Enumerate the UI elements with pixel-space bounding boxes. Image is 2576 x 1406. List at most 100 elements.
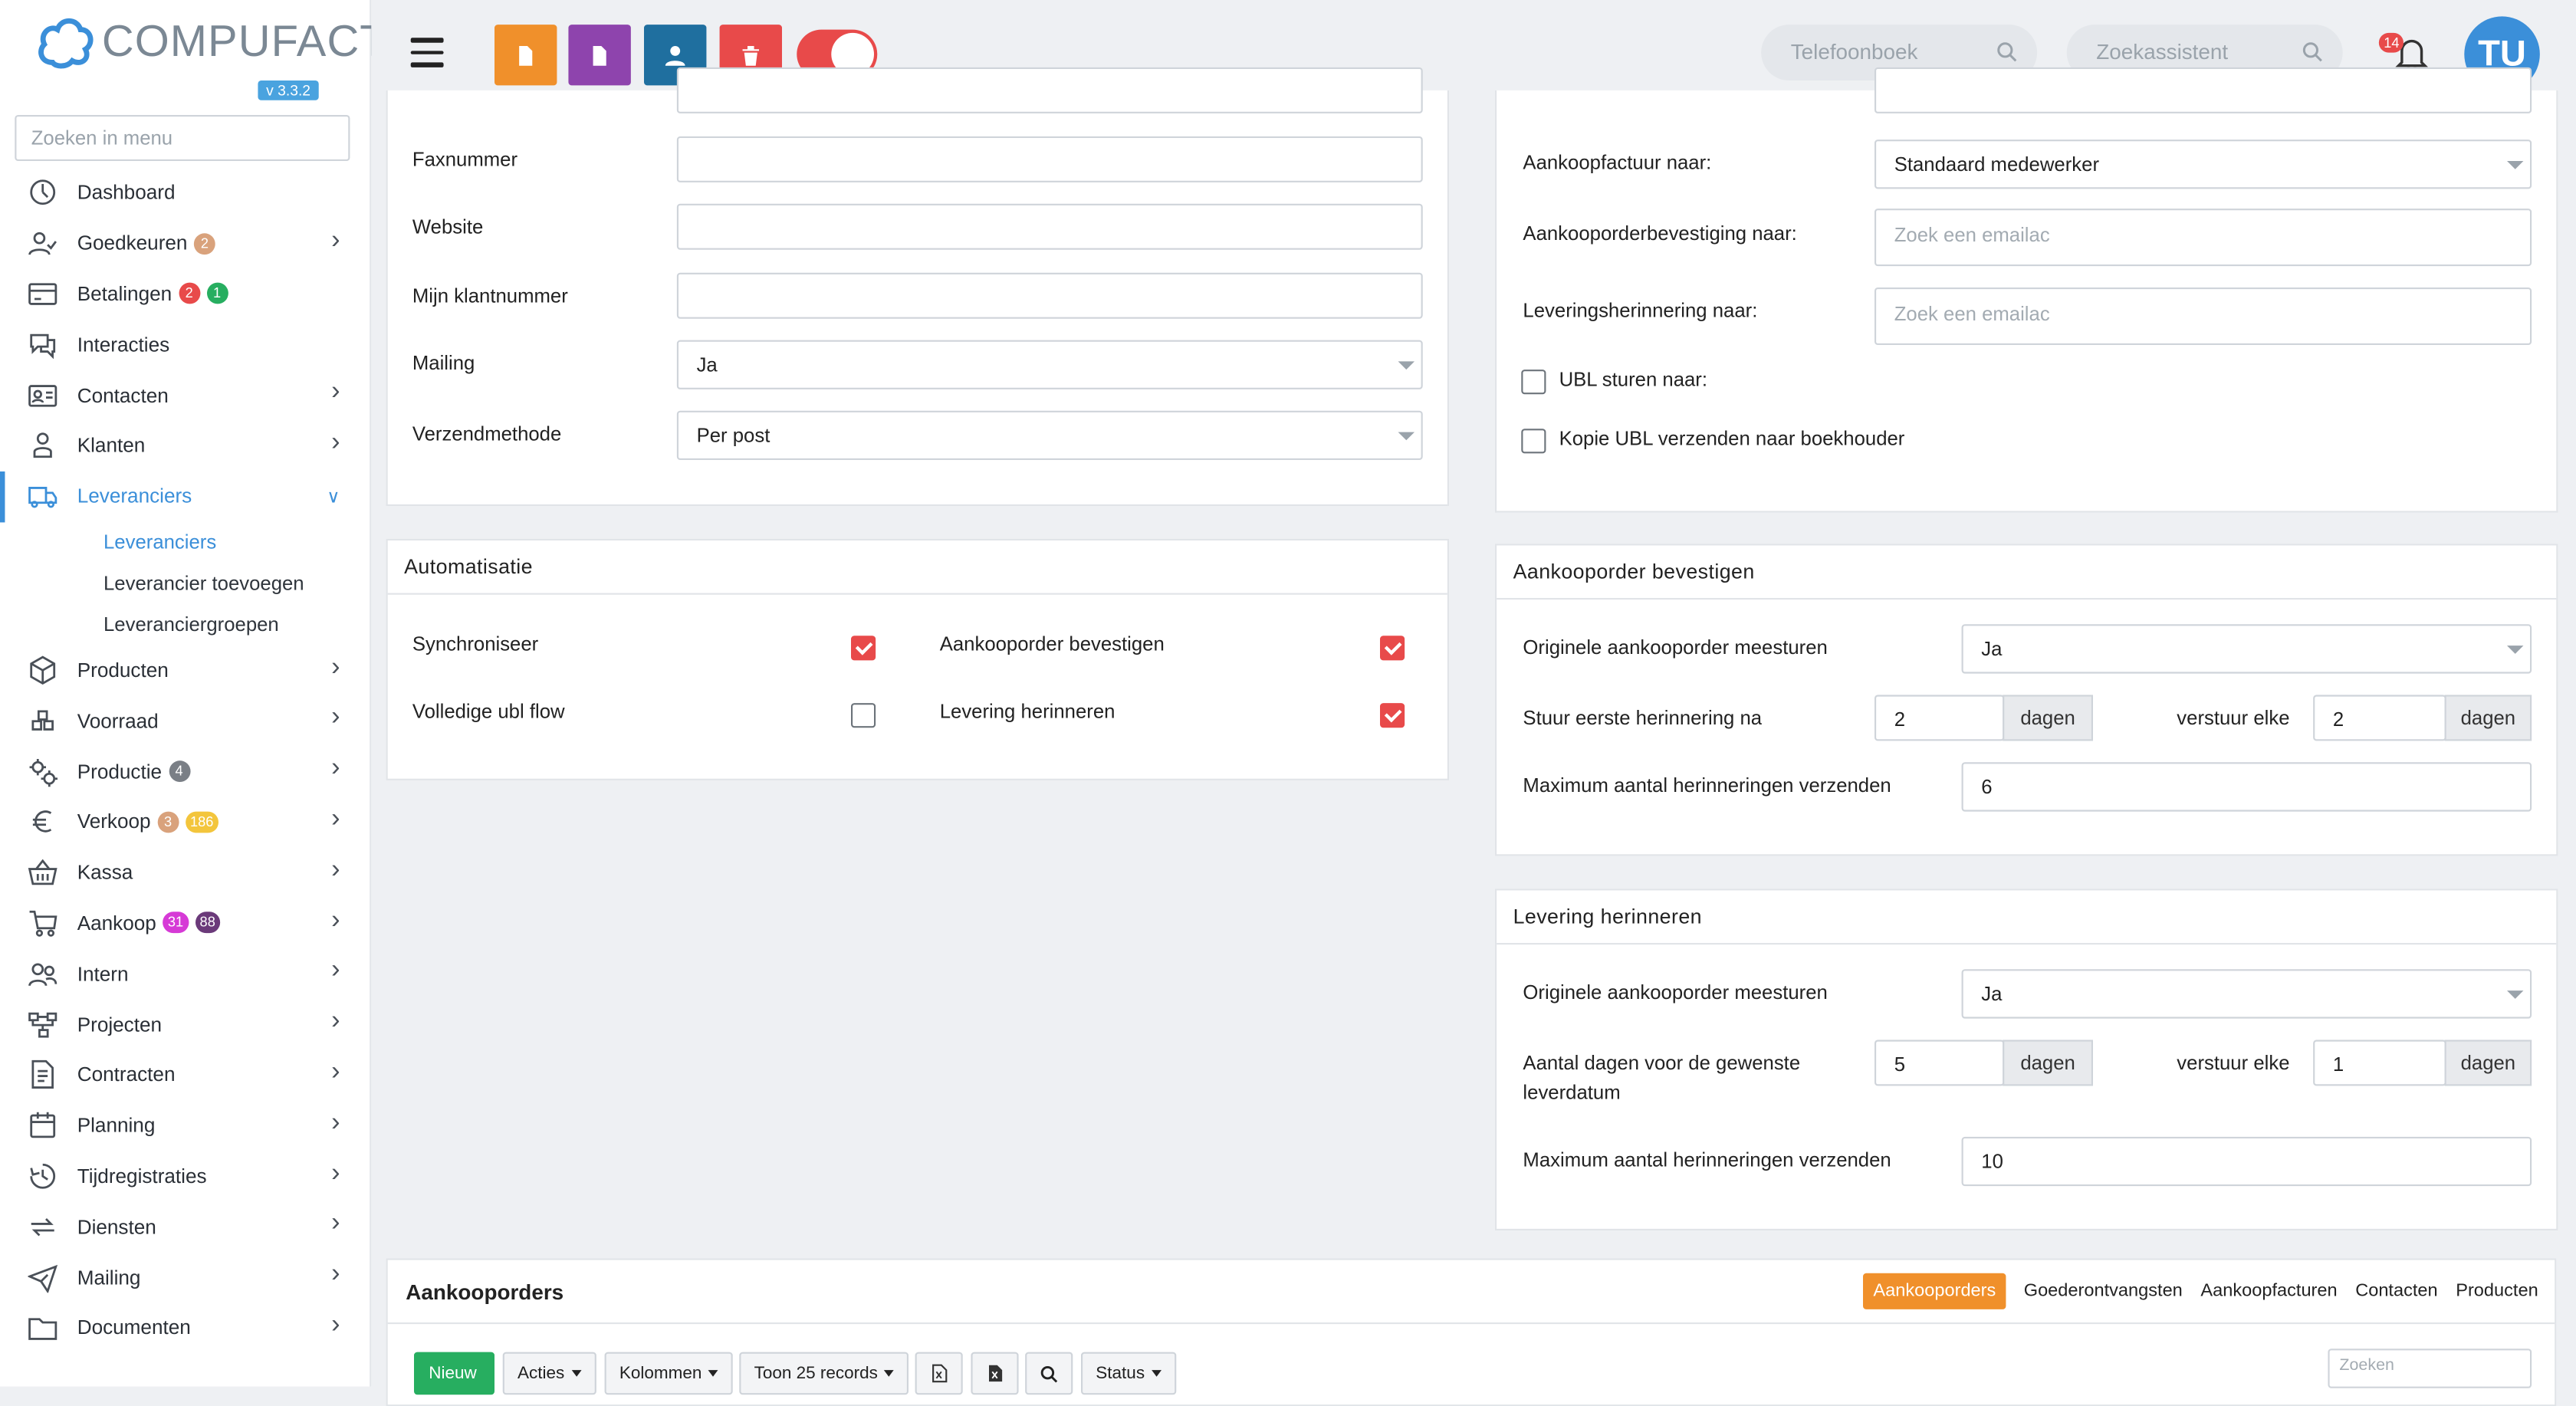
sidebar-item-tijdregistraties[interactable]: Tijdregistraties › bbox=[0, 1151, 370, 1201]
tab-aankooporders[interactable]: Aankooporders bbox=[1863, 1273, 2006, 1309]
sidebar-item-goedkeuren[interactable]: Goedkeuren 2 › bbox=[0, 218, 370, 269]
fax-input[interactable] bbox=[676, 136, 1423, 182]
sidebar-item-label: Dashboard bbox=[77, 181, 176, 205]
sidebar-item-label: Goedkeuren bbox=[77, 232, 188, 255]
assistant-placeholder: Zoekassistent bbox=[2096, 39, 2229, 64]
sidebar-item-label: Verkoop bbox=[77, 810, 151, 834]
repeat-every-input-2[interactable]: 1 bbox=[2313, 1040, 2446, 1086]
new-file-button[interactable] bbox=[568, 25, 631, 86]
max-reminders-input-2[interactable]: 10 bbox=[1961, 1136, 2532, 1187]
repeat-every-input[interactable]: 2 bbox=[2313, 695, 2446, 741]
customer-number-label: Mijn klantnummer bbox=[412, 284, 568, 307]
original-order-select[interactable]: Ja bbox=[1961, 624, 2532, 674]
tab-contacten[interactable]: Contacten bbox=[2355, 1281, 2437, 1301]
order-confirmation-email-input[interactable]: Zoek een emailac bbox=[1875, 209, 2532, 267]
website-input[interactable] bbox=[676, 203, 1423, 250]
pdf-export-button[interactable] bbox=[971, 1352, 1019, 1395]
fax-label: Faxnummer bbox=[412, 147, 518, 171]
first-reminder-unit: dagen bbox=[2003, 695, 2093, 741]
search-icon bbox=[2302, 42, 2322, 62]
sidebar-subitem[interactable]: Leveranciergroepen bbox=[0, 604, 370, 646]
calendar-icon bbox=[26, 1109, 59, 1142]
sidebar-item-verkoop[interactable]: Verkoop 3 186 › bbox=[0, 797, 370, 847]
sidebar-item-label: Projecten bbox=[77, 1013, 163, 1036]
confirm-order-checkbox[interactable] bbox=[1380, 636, 1405, 661]
tab-goederontvangsten[interactable]: Goederontvangsten bbox=[2024, 1281, 2183, 1301]
sidebar-item-dashboard[interactable]: Dashboard bbox=[0, 168, 370, 218]
repeat-every-label: verstuur elke bbox=[2177, 706, 2290, 730]
orders-search-input[interactable]: Zoeken bbox=[2328, 1349, 2532, 1388]
max-reminders-input[interactable]: 6 bbox=[1961, 762, 2532, 812]
tab-producten[interactable]: Producten bbox=[2456, 1281, 2538, 1301]
ubl-copy-checkbox[interactable] bbox=[1521, 429, 1546, 454]
order-confirm-title: Aankooporder bevestigen bbox=[1497, 545, 2557, 600]
ubl-send-checkbox[interactable] bbox=[1521, 370, 1546, 395]
excel-export-button[interactable] bbox=[915, 1352, 963, 1395]
sidebar-item-klanten[interactable]: Klanten › bbox=[0, 421, 370, 471]
actions-dropdown[interactable]: Acties bbox=[502, 1352, 596, 1395]
search-button[interactable] bbox=[1025, 1352, 1073, 1395]
sidebar-item-mailing[interactable]: Mailing › bbox=[0, 1252, 370, 1303]
hidden-top-field-right[interactable] bbox=[1875, 67, 2532, 113]
status-dropdown[interactable]: Status bbox=[1081, 1352, 1176, 1395]
chevron-right-icon: › bbox=[331, 754, 340, 783]
sidebar-subitem[interactable]: Leveranciers bbox=[0, 522, 370, 563]
count-badge: 1 bbox=[206, 283, 228, 305]
sidebar-item-label: Interacties bbox=[77, 333, 170, 356]
sidebar-item-aankoop[interactable]: Aankoop 31 88 › bbox=[0, 898, 370, 948]
sync-checkbox[interactable] bbox=[851, 636, 876, 661]
search-icon bbox=[1040, 1365, 1058, 1382]
order-confirmation-label: Aankooporderbevestiging naar: bbox=[1523, 222, 1797, 245]
sidebar-item-kassa[interactable]: Kassa › bbox=[0, 847, 370, 898]
sidebar-item-leveranciers[interactable]: Leveranciers ∨ bbox=[0, 471, 370, 522]
sidebar-item-documenten[interactable]: Documenten › bbox=[0, 1303, 370, 1353]
sidebar-item-voorraad[interactable]: Voorraad › bbox=[0, 695, 370, 746]
first-reminder-label: Stuur eerste herinnering na bbox=[1523, 706, 1763, 730]
sidebar-item-interacties[interactable]: Interacties bbox=[0, 320, 370, 370]
contract-icon bbox=[26, 1059, 59, 1092]
sidebar-item-contacten[interactable]: Contacten › bbox=[0, 370, 370, 421]
cart-icon bbox=[26, 907, 59, 940]
page-size-dropdown[interactable]: Toon 25 records bbox=[739, 1352, 909, 1395]
sidebar-item-projecten[interactable]: Projecten › bbox=[0, 999, 370, 1050]
sidebar-item-betalingen[interactable]: Betalingen 2 1 bbox=[0, 269, 370, 320]
customer-number-input[interactable] bbox=[676, 272, 1423, 319]
columns-dropdown[interactable]: Kolommen bbox=[604, 1352, 734, 1395]
sidebar-item-label: Tijdregistraties bbox=[77, 1165, 207, 1188]
mailing-select[interactable]: Ja bbox=[676, 340, 1423, 389]
logo[interactable]: COMPUFACT bbox=[36, 13, 388, 69]
tab-aankoopfacturen[interactable]: Aankoopfacturen bbox=[2200, 1281, 2337, 1301]
sidebar-item-label: Contacten bbox=[77, 383, 169, 407]
chevron-right-icon: › bbox=[331, 1057, 340, 1086]
chevron-right-icon: › bbox=[331, 378, 340, 406]
users-icon bbox=[26, 958, 59, 990]
sidebar-item-producten[interactable]: Producten › bbox=[0, 645, 370, 695]
sidebar-item-intern[interactable]: Intern › bbox=[0, 948, 370, 999]
delivery-reminder-label: Levering herinneren bbox=[939, 699, 1116, 723]
purchase-orders-panel: Aankooporders Aankooporders Goederontvang… bbox=[386, 1258, 2557, 1406]
first-reminder-input[interactable]: 2 bbox=[1875, 695, 2005, 741]
delivery-reminder-checkbox[interactable] bbox=[1380, 703, 1405, 728]
days-before-input[interactable]: 5 bbox=[1875, 1040, 2005, 1086]
hamburger-menu-icon[interactable] bbox=[410, 38, 444, 74]
chevron-right-icon: › bbox=[331, 855, 340, 884]
sidebar-item-planning[interactable]: Planning › bbox=[0, 1100, 370, 1151]
chevron-right-icon: › bbox=[331, 1260, 340, 1289]
new-document-button[interactable] bbox=[495, 25, 557, 86]
columns-label: Kolommen bbox=[619, 1363, 702, 1384]
sidebar-subitem[interactable]: Leverancier toevoegen bbox=[0, 563, 370, 604]
sidebar-item-productie[interactable]: Productie 4 › bbox=[0, 746, 370, 797]
hidden-top-field[interactable] bbox=[676, 67, 1423, 113]
purchase-invoice-select[interactable]: Standaard medewerker bbox=[1875, 140, 2532, 189]
basket-icon bbox=[26, 856, 59, 889]
menu-search-input[interactable]: Zoeken in menu bbox=[15, 115, 350, 161]
sidebar-item-contracten[interactable]: Contracten › bbox=[0, 1050, 370, 1100]
sidebar-item-diensten[interactable]: Diensten › bbox=[0, 1201, 370, 1252]
sidebar-item-label: Diensten bbox=[77, 1215, 156, 1239]
notification-badge: 14 bbox=[2378, 32, 2405, 53]
full-ubl-checkbox[interactable] bbox=[851, 703, 876, 728]
original-order-select-2[interactable]: Ja bbox=[1961, 969, 2532, 1019]
new-button[interactable]: Nieuw bbox=[414, 1352, 495, 1395]
delivery-reminder-email-input[interactable]: Zoek een emailac bbox=[1875, 287, 2532, 345]
shipping-method-select[interactable]: Per post bbox=[676, 410, 1423, 460]
